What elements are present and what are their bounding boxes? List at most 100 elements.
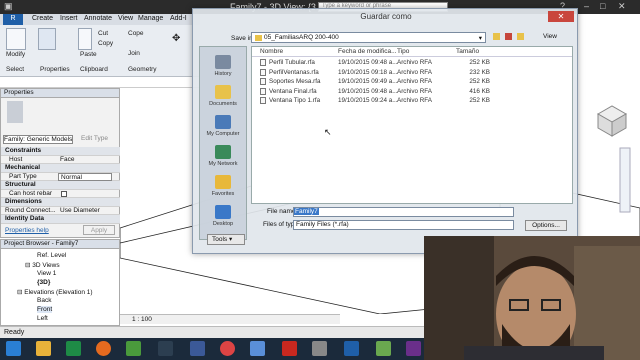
panel-properties: Properties bbox=[40, 66, 70, 73]
section-mechanical: Mechanical bbox=[1, 164, 120, 173]
new-folder-icon[interactable] bbox=[517, 33, 524, 40]
modify-label: Modify bbox=[6, 51, 26, 58]
tab-annotate[interactable]: Annotate bbox=[84, 15, 112, 22]
firefox-icon[interactable] bbox=[96, 341, 111, 356]
tab-insert[interactable]: Insert bbox=[60, 15, 78, 22]
rfa-file-icon bbox=[260, 68, 266, 76]
paste-button[interactable] bbox=[78, 28, 92, 50]
prop-part-type[interactable]: Part Type Normal bbox=[1, 172, 120, 181]
rebar-checkbox[interactable] bbox=[61, 190, 67, 197]
rfa-file-icon bbox=[260, 87, 266, 95]
col-name[interactable]: Nombre bbox=[260, 48, 283, 55]
filename-input[interactable]: Family7 bbox=[293, 207, 514, 217]
edit-type-button[interactable]: Edit Type bbox=[81, 135, 108, 142]
tree-item-active[interactable]: {3D} bbox=[37, 279, 50, 286]
prop-can-host-rebar[interactable]: Can host rebar bbox=[1, 190, 120, 198]
modify-button[interactable] bbox=[6, 28, 26, 50]
places-bar: History Documents My Computer My Network… bbox=[199, 46, 247, 240]
tab-view[interactable]: View bbox=[118, 15, 133, 22]
tree-item[interactable]: View 1 bbox=[37, 270, 56, 277]
view-scale[interactable]: 1 : 100 bbox=[132, 316, 152, 323]
rfa-file-icon bbox=[260, 97, 266, 104]
file-row[interactable]: PerfilVentanas.rfa 19/10/2015 09:18 a... A… bbox=[252, 68, 572, 77]
rfa-file-icon bbox=[260, 59, 266, 66]
place-documents[interactable]: Documents bbox=[200, 85, 246, 107]
dialog-title: Guardar como bbox=[360, 12, 412, 21]
filetype-dropdown[interactable]: Family Files (*.rfa) bbox=[293, 220, 514, 230]
up-folder-icon[interactable] bbox=[493, 33, 500, 40]
prop-round-connector[interactable]: Round Connect... Use Diameter bbox=[1, 207, 120, 215]
delete-icon[interactable] bbox=[505, 33, 512, 40]
place-favorites[interactable]: Favorites bbox=[200, 175, 246, 197]
tree-item[interactable]: Left bbox=[37, 315, 48, 322]
chevron-down-icon: ▾ bbox=[478, 35, 482, 42]
tree-item[interactable]: Ref. Level bbox=[37, 252, 66, 259]
panel-geometry: Geometry bbox=[128, 66, 157, 73]
cut-button[interactable]: Cut bbox=[98, 30, 108, 37]
app-icon[interactable] bbox=[406, 341, 421, 356]
move-icon[interactable]: ✥ bbox=[172, 33, 180, 44]
save-in-dropdown[interactable]: 05_FamiliasARQ 200-400 ▾ bbox=[251, 32, 486, 43]
tab-create[interactable]: Create bbox=[32, 15, 53, 22]
ribbon-tabs: R Create Insert Annotate View Manage Add… bbox=[0, 14, 200, 25]
code-icon[interactable] bbox=[158, 341, 173, 356]
viewcube-icon bbox=[596, 105, 628, 137]
file-row[interactable]: Perfil Tubular.rfa 19/10/2015 09:48 a... A… bbox=[252, 58, 572, 67]
place-my-computer[interactable]: My Computer bbox=[200, 115, 246, 137]
tree-item[interactable]: Front bbox=[37, 306, 53, 313]
place-history[interactable]: History bbox=[200, 55, 246, 77]
copy-button[interactable]: Copy bbox=[98, 40, 113, 47]
apply-button[interactable]: Apply bbox=[83, 225, 115, 235]
place-desktop[interactable]: Desktop bbox=[200, 205, 246, 227]
properties-button[interactable] bbox=[38, 28, 56, 50]
project-browser: Project Browser - Family7 Ref. Level ⊟ 3… bbox=[0, 239, 120, 326]
tools-dropdown[interactable]: Tools ▾ bbox=[207, 234, 245, 245]
webcam-overlay bbox=[424, 236, 640, 360]
cope-button[interactable]: Cope bbox=[128, 30, 144, 37]
join-button[interactable]: Join bbox=[128, 50, 140, 57]
excel-icon[interactable] bbox=[66, 341, 81, 356]
view-menu-button[interactable]: View bbox=[543, 33, 557, 40]
section-identity: Identity Data bbox=[1, 215, 120, 224]
app-icon[interactable] bbox=[250, 341, 265, 356]
family-thumbnail bbox=[7, 101, 23, 123]
properties-help-link[interactable]: Properties help bbox=[5, 227, 49, 234]
file-row[interactable]: Soportes Mesa.rfa 19/10/2015 09:49 a... Ar… bbox=[252, 77, 572, 86]
tree-item[interactable]: ⊟ Elevations (Elevation 1) bbox=[17, 288, 93, 296]
file-row[interactable]: Ventana Tipo 1.rfa 19/10/2015 09:24 a... A… bbox=[252, 96, 572, 105]
explorer-icon[interactable] bbox=[36, 341, 51, 356]
file-row[interactable]: Ventana Final.rfa 19/10/2015 09:48 a... Ar… bbox=[252, 87, 572, 96]
tab-addins[interactable]: Add-I bbox=[170, 15, 187, 22]
section-structural: Structural bbox=[1, 181, 120, 190]
acrobat-icon[interactable] bbox=[282, 341, 297, 356]
dialog-close-button[interactable]: ✕ bbox=[548, 11, 574, 22]
type-selector[interactable]: Family: Generic Models bbox=[3, 135, 73, 144]
maximize-icon[interactable]: □ bbox=[600, 1, 605, 11]
properties-palette: Properties Family: Generic Models Edit T… bbox=[0, 88, 120, 238]
navigation-bar bbox=[619, 147, 631, 213]
tree-item[interactable]: ⊟ 3D Views bbox=[25, 261, 60, 269]
col-size[interactable]: Tamaño bbox=[456, 48, 479, 55]
browser-header: Project Browser - Family7 bbox=[1, 240, 119, 249]
place-network[interactable]: My Network bbox=[200, 145, 246, 167]
app-icon[interactable] bbox=[312, 341, 327, 356]
revit-icon[interactable] bbox=[344, 341, 359, 356]
col-date[interactable]: Fecha de modifica... bbox=[338, 48, 397, 55]
rfa-file-icon bbox=[260, 78, 266, 85]
tree-item[interactable]: Back bbox=[37, 297, 51, 304]
options-button[interactable]: Options... bbox=[525, 220, 567, 231]
prop-host: Host Face bbox=[1, 156, 120, 164]
minimize-icon[interactable]: – bbox=[584, 1, 589, 11]
col-type[interactable]: Tipo bbox=[397, 48, 409, 55]
folder-icon bbox=[255, 35, 262, 41]
panel-select[interactable]: Select bbox=[6, 66, 24, 73]
close-icon[interactable]: ✕ bbox=[618, 1, 626, 12]
app-icon[interactable] bbox=[190, 341, 205, 356]
tab-manage[interactable]: Manage bbox=[138, 15, 163, 22]
save-as-dialog: Guardar como ✕ Save in: 05_FamiliasARQ 2… bbox=[192, 8, 578, 254]
chrome-icon[interactable] bbox=[220, 341, 235, 356]
file-menu-button[interactable]: R bbox=[3, 14, 23, 25]
app-icon[interactable] bbox=[376, 341, 391, 356]
start-icon[interactable] bbox=[6, 341, 21, 356]
app-icon[interactable] bbox=[126, 341, 141, 356]
